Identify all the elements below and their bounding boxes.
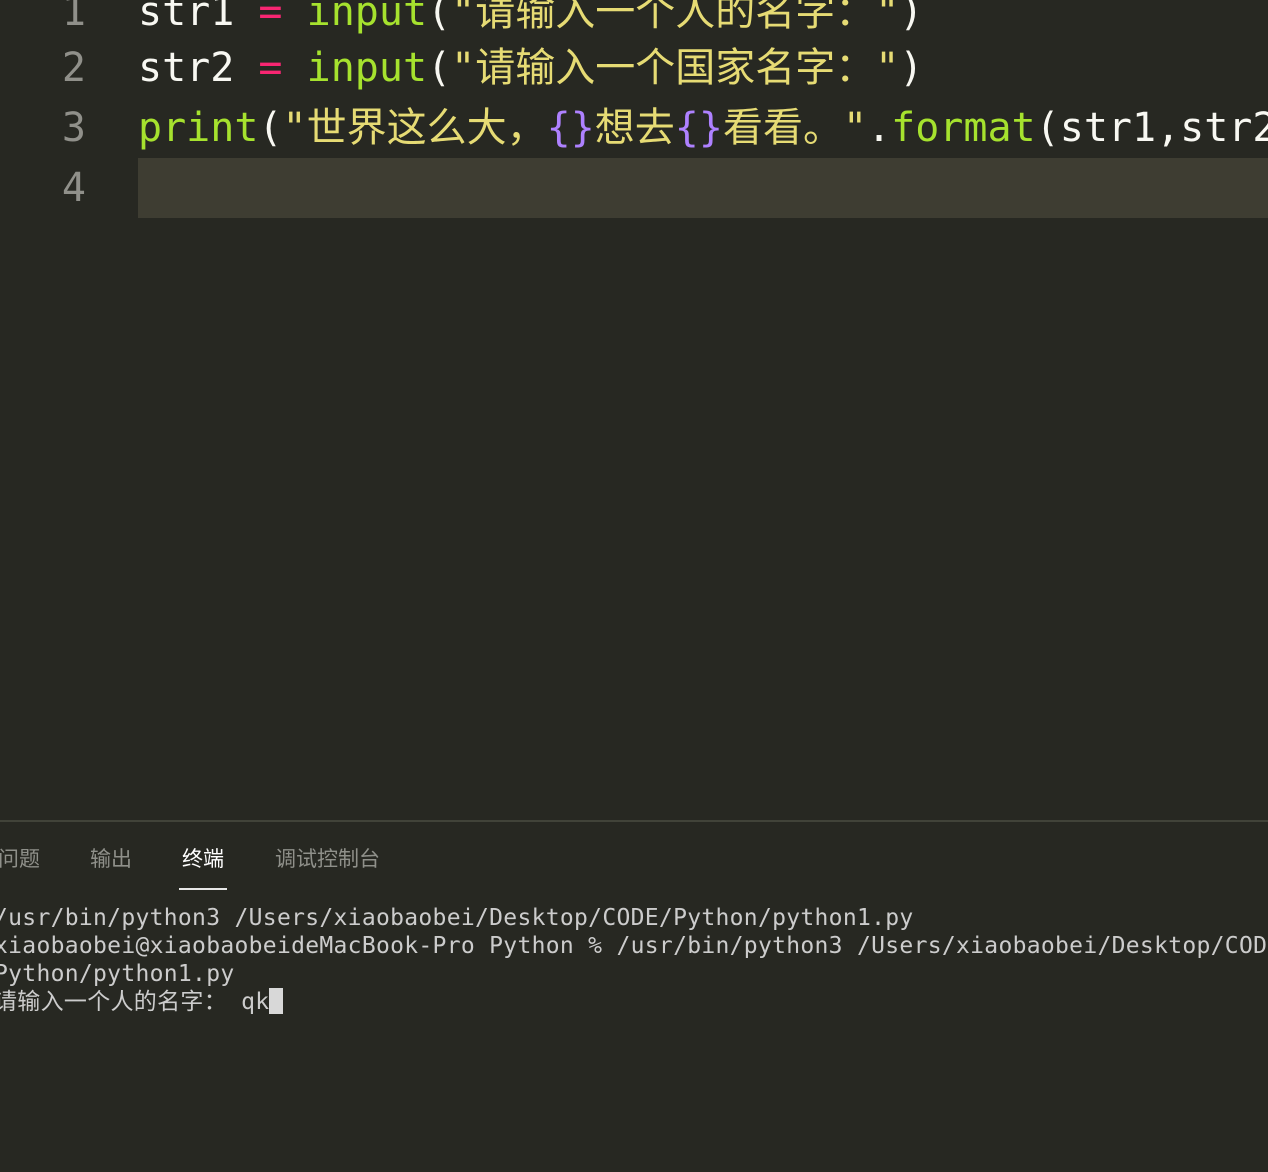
code-token: str1: [138, 0, 235, 35]
code-line-2[interactable]: 2 str2 = input("请输入一个国家名字："): [0, 38, 1268, 98]
terminal-prompt: 请输入一个人的名字：: [0, 989, 227, 1015]
terminal[interactable]: /usr/bin/python3 /Users/xiaobaobei/Deskt…: [0, 904, 1268, 1164]
line-number: 2: [61, 45, 86, 91]
tab-label: 调试控制台: [275, 847, 380, 871]
code-token: =: [258, 45, 283, 91]
code-editor[interactable]: 1 str1 = input("请输入一个人的名字：") 2 str2 = in…: [0, 0, 1268, 820]
code-token: .: [867, 105, 892, 151]
tab-label: 问题: [0, 847, 40, 871]
code-token: (: [427, 0, 452, 35]
code-token: str1,str2: [1059, 105, 1268, 151]
code-token: {}: [546, 105, 595, 151]
code-token: input: [306, 45, 428, 91]
bottom-panel: 问题 输出 终端 调试控制台 /usr/bin/python3 /Users/x…: [0, 820, 1268, 1172]
tab-output[interactable]: 输出: [90, 844, 132, 890]
tab-problems[interactable]: 问题: [0, 844, 40, 890]
code-token: 想去: [594, 105, 675, 151]
text-cursor: [269, 988, 284, 1014]
code-token: 看看。": [722, 105, 868, 151]
code-token: (: [1035, 105, 1060, 151]
terminal-line: Python/python1.py: [0, 961, 235, 987]
tab-debug-console[interactable]: 调试控制台: [275, 844, 380, 890]
code-token: (: [427, 45, 452, 91]
terminal-input-line[interactable]: 请输入一个人的名字： qk: [0, 988, 1268, 1016]
code-token: "世界这么大，: [282, 105, 547, 151]
tab-label: 输出: [90, 847, 132, 871]
code-token: print: [138, 105, 259, 151]
code-token: ): [899, 45, 924, 91]
code-text[interactable]: print("世界这么大，{}想去{}看看。".format(str1,str2: [138, 98, 1268, 158]
line-number: 1: [61, 0, 86, 35]
code-token: "请输入一个人的名字：": [451, 0, 900, 35]
code-line-1[interactable]: 1 str1 = input("请输入一个人的名字："): [0, 0, 1268, 42]
code-line-3[interactable]: 3 print("世界这么大，{}想去{}看看。".format(str1,st…: [0, 98, 1268, 158]
code-token: "请输入一个国家名字：": [451, 45, 900, 91]
code-text[interactable]: str1 = input("请输入一个人的名字："): [138, 0, 923, 42]
terminal-line: /usr/bin/python3 /Users/xiaobaobei/Deskt…: [0, 905, 914, 931]
terminal-input-value[interactable]: qk: [227, 989, 269, 1015]
current-line-highlight: [138, 158, 1268, 218]
tab-terminal[interactable]: 终端: [179, 844, 227, 890]
code-token: =: [258, 0, 283, 35]
code-text[interactable]: str2 = input("请输入一个国家名字："): [138, 38, 923, 98]
code-token: format: [891, 105, 1036, 151]
line-number: 3: [61, 105, 86, 151]
code-token: input: [306, 0, 428, 35]
panel-tabs: 问题 输出 终端 调试控制台: [0, 822, 1268, 892]
active-tab-indicator: [179, 888, 227, 890]
code-token: (: [258, 105, 283, 151]
code-token: {}: [674, 105, 723, 151]
code-token: str2: [138, 45, 235, 91]
line-number: 4: [61, 165, 86, 211]
terminal-line: xiaobaobei@xiaobaobeideMacBook-Pro Pytho…: [0, 933, 1268, 959]
code-line-4[interactable]: 4: [0, 158, 1268, 218]
tab-label: 终端: [182, 847, 224, 871]
code-token: ): [899, 0, 924, 35]
